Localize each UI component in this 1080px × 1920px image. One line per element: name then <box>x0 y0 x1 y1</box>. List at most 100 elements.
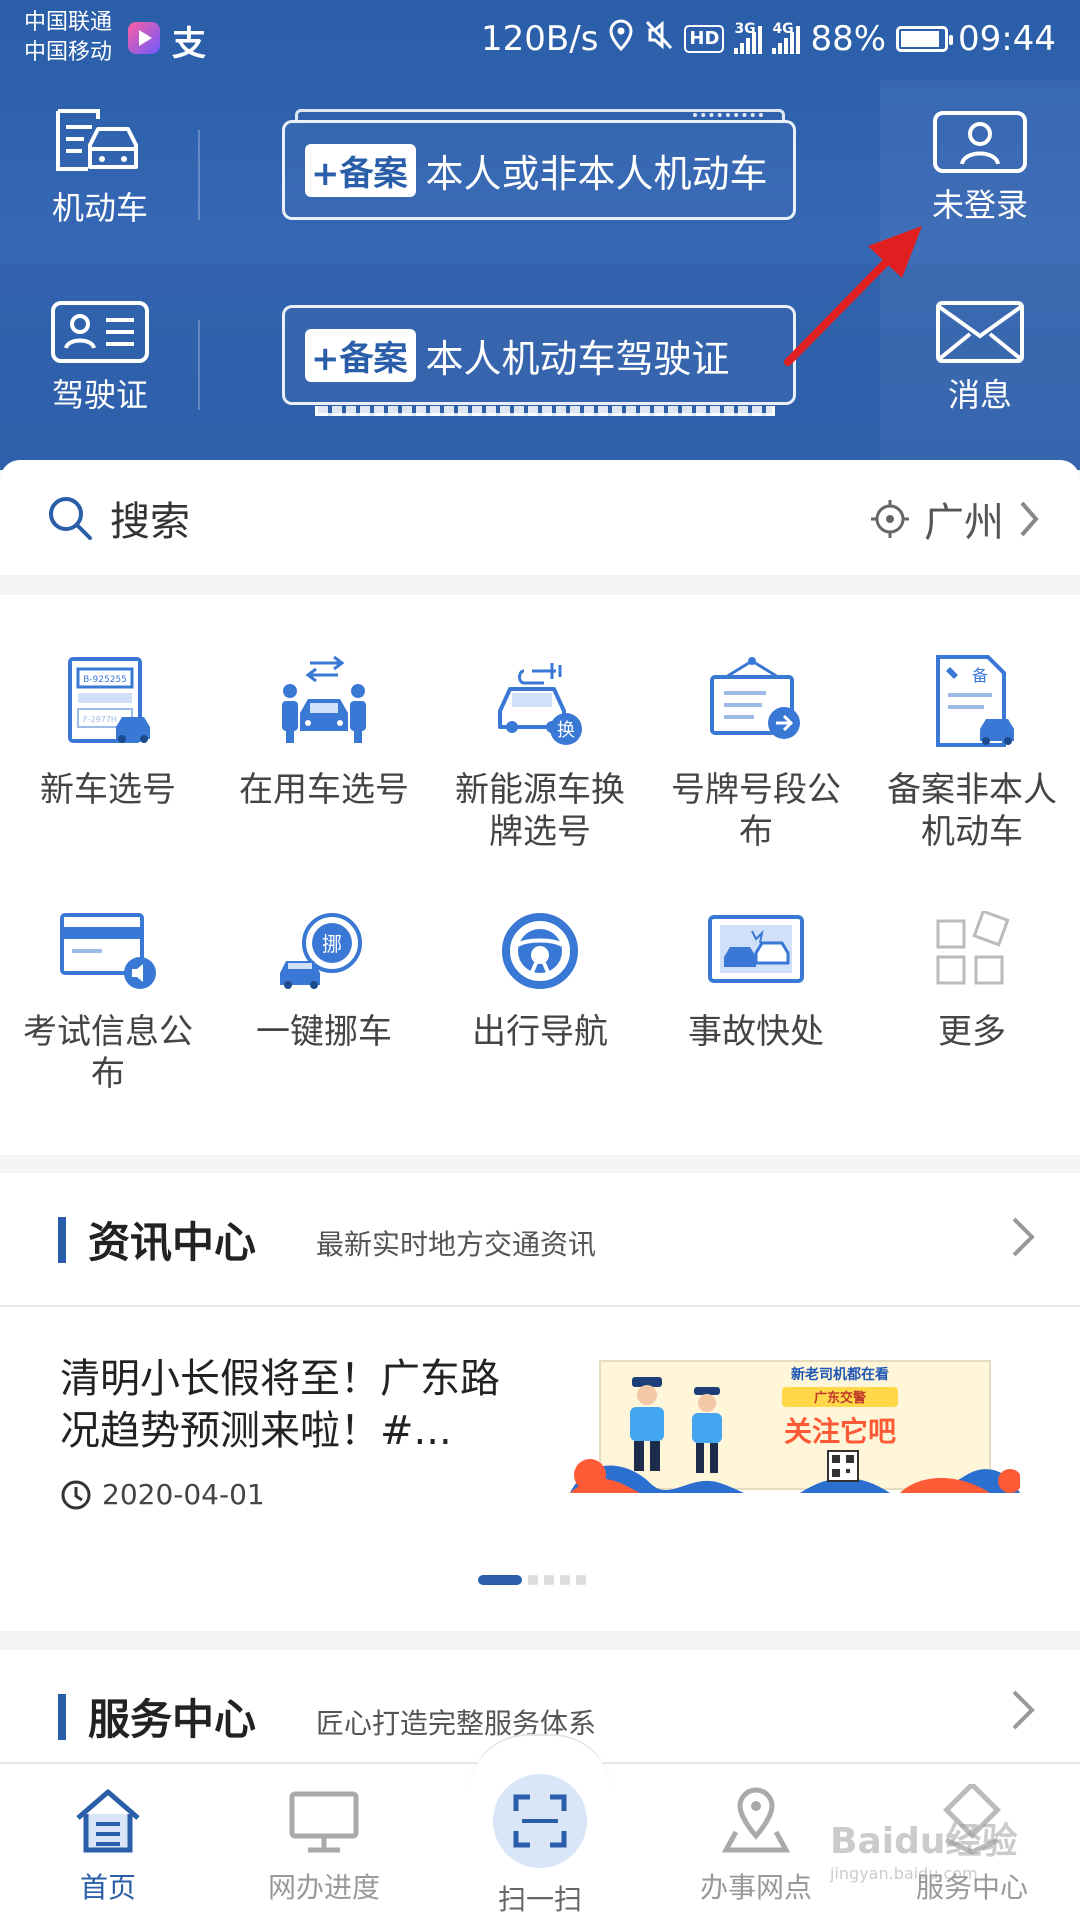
grid-item-used-car-plate[interactable]: 在用车选号 <box>216 653 432 811</box>
nav-label: 首页 <box>79 1871 136 1904</box>
more-icon <box>936 911 1010 985</box>
nav-progress[interactable]: 网办进度 <box>216 1784 432 1906</box>
nav-home[interactable]: 首页 <box>0 1784 216 1906</box>
pager-dot[interactable] <box>544 1575 554 1585</box>
section-title: 服务中心 <box>88 1695 257 1744</box>
network-speed: 120B/s <box>481 19 599 59</box>
record-tag: +备案 <box>305 328 416 382</box>
grid-label: 更多 <box>938 1012 1006 1052</box>
record-tag: +备案 <box>305 143 416 197</box>
hd-voice-badge: HD <box>684 25 725 53</box>
grid-item-new-plate[interactable]: B-925255 F-2977H 新车选号 <box>0 653 216 811</box>
clock: 09:44 <box>958 19 1056 59</box>
grid-label: 备案非本人机动车 <box>887 770 1057 852</box>
news-headline: 清明小长假将至！广东路况趋势预测来啦！#... <box>60 1356 500 1454</box>
divider <box>198 130 200 220</box>
scan-button[interactable] <box>493 1774 587 1868</box>
grid-item-exam-info[interactable]: 考试信息公布 <box>0 911 216 1095</box>
search-input[interactable]: 搜索 <box>110 489 190 547</box>
grid-label: 事故快处 <box>688 1012 824 1052</box>
search-icon <box>49 496 92 540</box>
user-card-icon <box>933 111 1027 173</box>
new-plate-icon: B-925255 F-2977H <box>68 657 150 743</box>
chevron-right-icon <box>1020 501 1039 537</box>
steering-wheel-icon <box>502 913 578 989</box>
message-entry[interactable]: 消息 <box>920 300 1040 416</box>
chevron-right-icon <box>1012 1690 1035 1730</box>
search-bar[interactable]: 搜索 广州 <box>0 460 1080 575</box>
alipay-icon: 支 <box>172 24 206 64</box>
vehicle-doc-icon <box>56 109 138 171</box>
map-pin-icon <box>721 1787 791 1853</box>
exam-info-icon <box>60 913 156 989</box>
vehicle-entry[interactable]: 机动车 <box>30 105 170 229</box>
news-date: 2020-04-01 <box>60 1478 265 1511</box>
section-subtitle: 最新实时地方交通资讯 <box>316 1228 597 1261</box>
svg-text:广东交警: 广东交警 <box>814 1390 866 1406</box>
pager-dot[interactable] <box>560 1575 570 1585</box>
svg-text:备: 备 <box>972 666 988 685</box>
scan-icon <box>513 1794 567 1848</box>
login-entry[interactable]: 未登录 <box>920 110 1040 226</box>
annotation-arrow <box>784 226 922 366</box>
svg-text:新老司机都在看: 新老司机都在看 <box>791 1366 889 1383</box>
pager-dot[interactable] <box>528 1575 538 1585</box>
svg-text:关注它吧: 关注它吧 <box>784 1415 896 1448</box>
grid-item-ev-plate[interactable]: 换 新能源车换牌选号 <box>432 653 648 853</box>
license-entry[interactable]: 驾驶证 <box>30 300 170 416</box>
used-car-plate-icon <box>282 655 366 743</box>
grid-item-navigation[interactable]: 出行导航 <box>432 911 648 1053</box>
home-icon <box>76 1789 140 1853</box>
pager-dot[interactable] <box>576 1575 586 1585</box>
city-selector[interactable]: 广州 <box>870 490 1040 548</box>
grid-label: 新能源车换牌选号 <box>455 770 625 852</box>
login-label: 未登录 <box>931 186 1028 224</box>
city-name: 广州 <box>924 500 1004 546</box>
record-vehicle-banner[interactable]: +备案 本人或非本人机动车 <box>282 109 796 220</box>
section-title: 资讯中心 <box>88 1218 257 1267</box>
record-vehicle-icon: 备 <box>936 655 1014 747</box>
plate-notice-icon <box>710 657 800 739</box>
grid-item-accident[interactable]: 事故快处 <box>648 911 864 1053</box>
nav-scan[interactable]: 扫一扫 <box>432 1774 648 1918</box>
license-card-icon <box>51 301 149 363</box>
news-header[interactable]: 资讯中心 最新实时地方交通资讯 <box>0 1173 1080 1305</box>
watermark: Baidu经验 jingyan.baidu.com <box>830 1821 1018 1883</box>
battery-percent: 88% <box>810 19 887 59</box>
grid-item-plate-notice[interactable]: 号牌号段公布 <box>648 653 864 853</box>
monitor-icon <box>289 1791 359 1853</box>
services-grid: B-925255 F-2977H 新车选号 在用车选号 换 新能源车换牌选号 号… <box>0 595 1080 1155</box>
grid-item-more[interactable]: 更多 <box>864 911 1080 1053</box>
accident-icon <box>708 915 804 983</box>
signal-3g-icon: 3G <box>734 22 763 54</box>
svg-text:F-2977H: F-2977H <box>83 715 117 724</box>
message-label: 消息 <box>947 376 1012 414</box>
clock-icon <box>61 1480 91 1509</box>
nav-label: 网办进度 <box>267 1871 380 1904</box>
divider <box>0 1305 1080 1307</box>
grid-item-record-vehicle[interactable]: 备 备案非本人机动车 <box>864 653 1080 853</box>
svg-text:挪: 挪 <box>322 932 342 956</box>
signal-4g-icon: 4G <box>772 22 801 54</box>
record-license-banner[interactable]: +备案 本人机动车驾驶证 <box>282 305 796 416</box>
news-thumbnail: 新老司机都在看 广东交警 关注它吧 <box>570 1360 1020 1493</box>
carousel-pager[interactable] <box>478 1575 586 1585</box>
divider <box>198 320 200 410</box>
vehicle-label: 机动车 <box>51 189 148 227</box>
banner-decoration <box>693 113 763 117</box>
banner-text: 本人机动车驾驶证 <box>425 336 730 381</box>
pager-dot[interactable] <box>478 1575 522 1585</box>
status-bar: 中国联通 中国移动 支 120B/s HD 3G 4G 88% 09:44 <box>0 0 1080 80</box>
locate-icon <box>871 500 909 538</box>
grid-item-move-car[interactable]: 挪 一键挪车 <box>216 911 432 1053</box>
move-car-icon: 挪 <box>280 913 362 989</box>
nav-label: 扫一扫 <box>497 1883 582 1916</box>
ev-plate-icon: 换 <box>498 663 582 745</box>
svg-text:换: 换 <box>557 720 575 741</box>
grid-label: 一键挪车 <box>256 1012 392 1052</box>
news-section: 资讯中心 最新实时地方交通资讯 清明小长假将至！广东路况趋势预测来啦！#... … <box>0 1173 1080 1631</box>
mail-icon <box>936 301 1024 363</box>
banner-text: 本人或非本人机动车 <box>425 151 768 196</box>
status-icons: 120B/s HD 3G 4G 88% 09:44 <box>481 14 1056 64</box>
section-accent-bar <box>58 1694 66 1740</box>
